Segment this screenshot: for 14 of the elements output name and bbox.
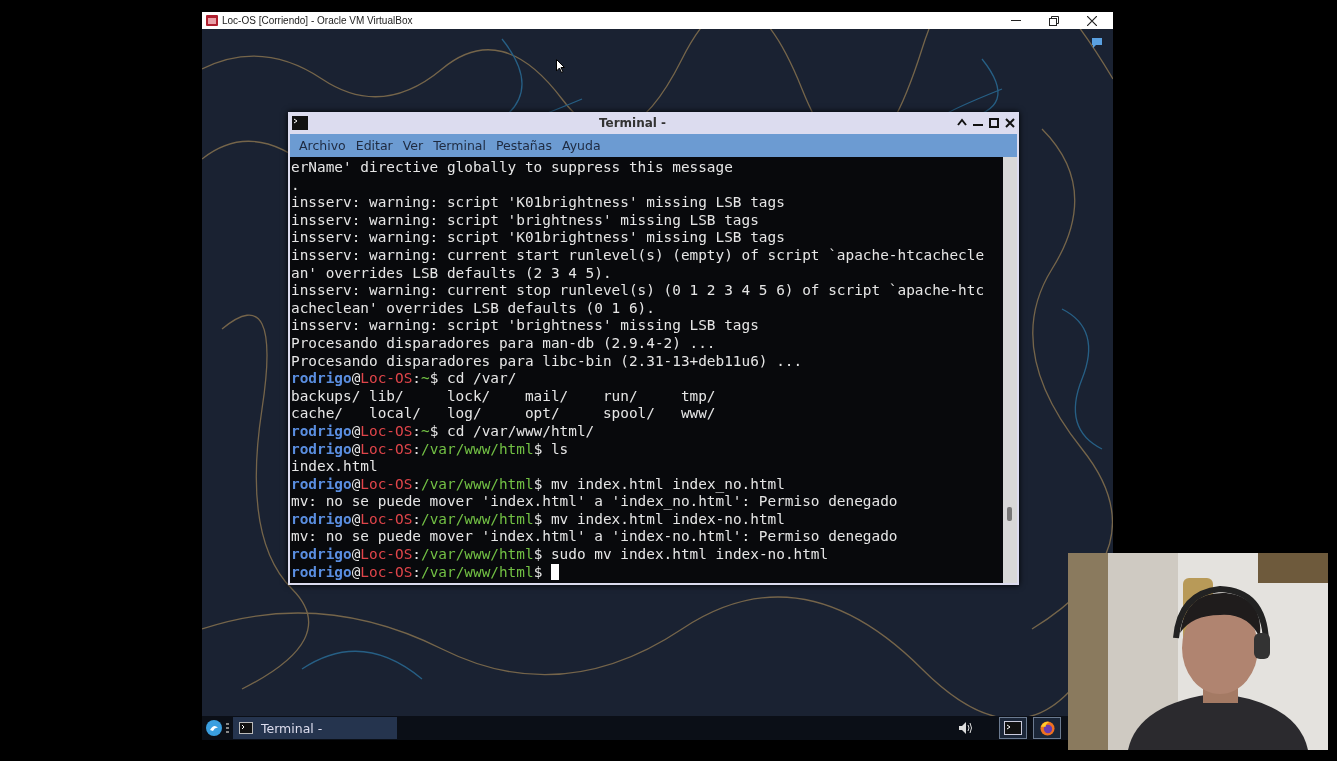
restore-icon[interactable] — [1049, 15, 1059, 26]
browser-launcher[interactable] — [1033, 717, 1061, 739]
volume-icon[interactable] — [959, 722, 973, 734]
app-icon — [206, 15, 218, 26]
terminal-icon — [1004, 721, 1022, 735]
window-title: Loc-OS [Corriendo] - Oracle VM VirtualBox — [222, 15, 414, 26]
grip-icon — [226, 723, 229, 733]
start-menu-icon[interactable] — [206, 720, 222, 736]
taskbar-button[interactable]: Terminal - — [233, 717, 397, 739]
terminal-icon — [239, 722, 253, 734]
close-icon[interactable] — [1087, 15, 1097, 26]
minimize-icon[interactable] — [1011, 19, 1021, 22]
terminal-launcher[interactable] — [999, 717, 1027, 739]
browser-icon — [1039, 720, 1055, 736]
